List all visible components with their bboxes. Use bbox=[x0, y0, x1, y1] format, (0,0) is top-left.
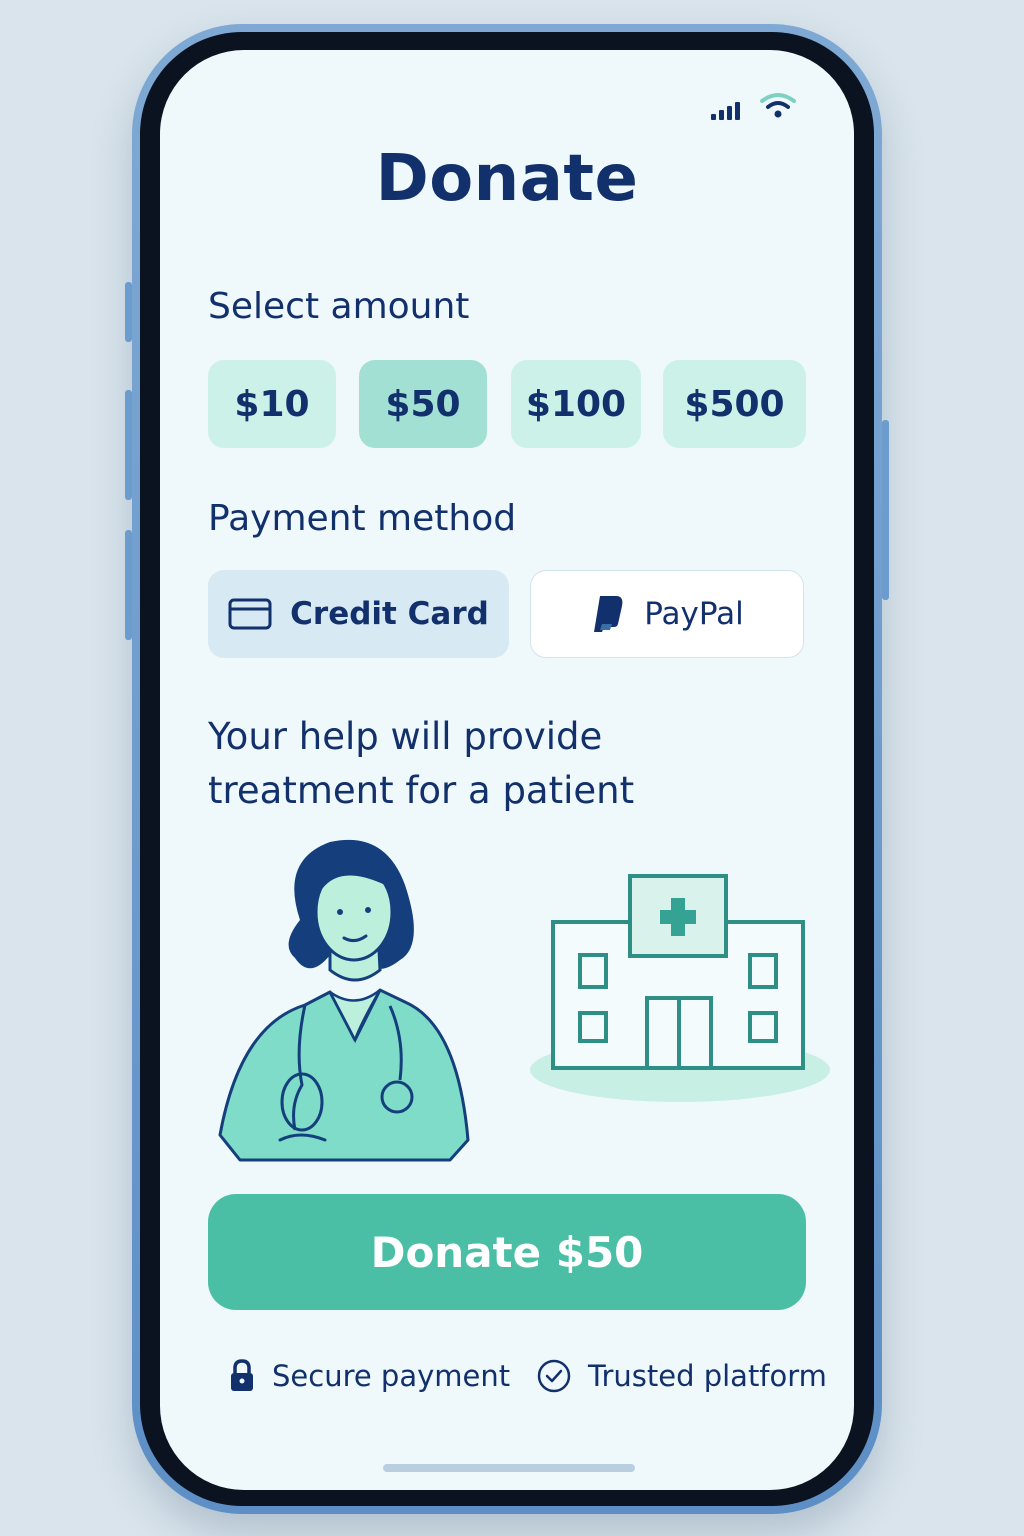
check-circle-icon bbox=[537, 1359, 571, 1393]
page-title: Donate bbox=[375, 142, 639, 216]
trusted-platform-badge: Trusted platform bbox=[536, 1358, 827, 1394]
credit-card-icon bbox=[228, 598, 272, 630]
home-indicator[interactable] bbox=[383, 1464, 635, 1472]
donate-button[interactable]: Donate $50 bbox=[208, 1194, 806, 1310]
trusted-platform-label: Trusted platform bbox=[588, 1359, 827, 1393]
select-amount-label: Select amount bbox=[208, 286, 470, 327]
cellular-signal-icon bbox=[711, 102, 740, 120]
amount-option-100[interactable]: $100 bbox=[511, 360, 641, 448]
app-screen: Donate Select amount $10 $50 $100 $500 P… bbox=[160, 50, 854, 1490]
impact-message: Your help will provide treatment for a p… bbox=[208, 715, 635, 812]
status-bar bbox=[711, 90, 798, 120]
credit-card-label: Credit Card bbox=[290, 596, 489, 632]
secure-payment-label: Secure payment bbox=[272, 1359, 511, 1393]
credit-card-option[interactable]: Credit Card bbox=[208, 570, 509, 658]
paypal-label: PayPal bbox=[644, 596, 744, 632]
amount-option-10[interactable]: $10 bbox=[208, 360, 336, 448]
phone-side-button bbox=[125, 282, 132, 342]
amount-option-50[interactable]: $50 bbox=[359, 360, 487, 448]
lock-icon bbox=[231, 1359, 253, 1391]
doctor-figure bbox=[218, 839, 470, 1162]
paypal-option[interactable]: PayPal bbox=[530, 570, 804, 658]
payment-method-label: Payment method bbox=[208, 498, 517, 539]
doctor-hospital-illustration bbox=[218, 839, 830, 1162]
secure-payment-badge: Secure payment bbox=[228, 1358, 510, 1394]
wifi-icon bbox=[760, 93, 796, 118]
paypal-icon bbox=[594, 596, 623, 632]
amount-option-500[interactable]: $500 bbox=[663, 360, 806, 448]
phone-volume-down-button bbox=[125, 530, 132, 640]
phone-volume-up-button bbox=[125, 390, 132, 500]
phone-power-button bbox=[882, 420, 889, 600]
